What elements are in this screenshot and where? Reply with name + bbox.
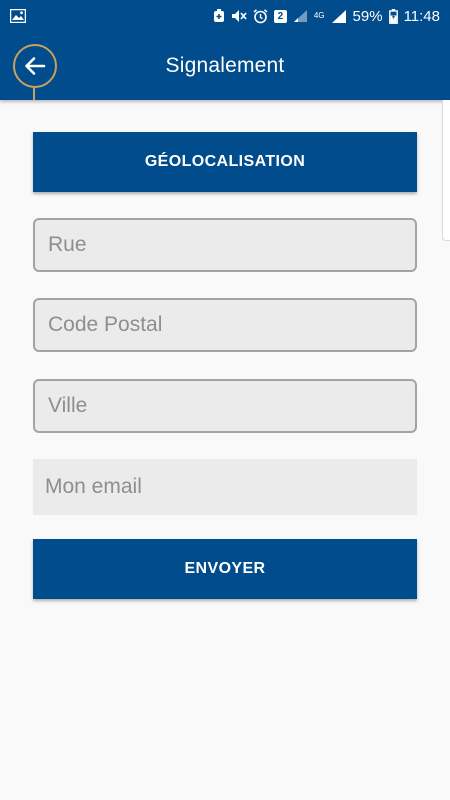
postal-code-input[interactable] xyxy=(33,298,417,352)
battery-charging-icon xyxy=(388,8,398,24)
send-button[interactable]: ENVOYER xyxy=(33,539,417,599)
street-input[interactable] xyxy=(33,218,417,272)
email-input[interactable] xyxy=(33,459,417,515)
gallery-icon xyxy=(10,9,26,23)
mute-icon xyxy=(231,9,247,23)
status-bar: 2 4G 59% 11:48 xyxy=(0,0,450,32)
signal-icon xyxy=(293,9,308,23)
battery-percent: 59% xyxy=(352,7,383,25)
scroll-indicator xyxy=(442,100,450,241)
app-bar: Signalement xyxy=(0,32,450,100)
page-title: Signalement xyxy=(165,54,285,77)
geolocation-button[interactable]: GÉOLOCALISATION xyxy=(33,132,417,192)
signal-full-icon xyxy=(331,9,347,24)
sim-icon: 2 xyxy=(273,9,287,23)
clock: 11:48 xyxy=(403,7,440,25)
city-input[interactable] xyxy=(33,379,417,433)
data-saver-icon xyxy=(213,9,225,23)
network-4g-icon: 4G xyxy=(313,11,325,20)
alarm-icon xyxy=(253,8,268,24)
